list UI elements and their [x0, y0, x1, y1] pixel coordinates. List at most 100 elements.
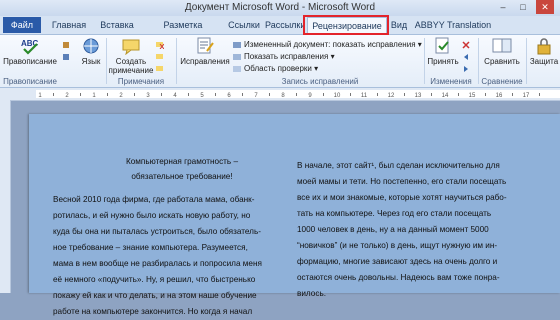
ruler-number: 8 — [281, 93, 285, 99]
tab-references[interactable]: Ссылки — [225, 18, 263, 32]
spelling-button[interactable]: ABC Правописание — [2, 37, 58, 66]
text-line: “новичков” (и не только) в день, ищут ну… — [297, 241, 498, 250]
spelling-label: Правописание — [3, 57, 57, 66]
word-count-button[interactable] — [62, 51, 73, 62]
next-change-icon — [464, 65, 468, 72]
article-title-line-1: Компьютерная грамотность – — [125, 157, 239, 166]
ruler-number: 15 — [469, 93, 476, 99]
document-page[interactable]: Компьютерная грамотность – обязательное … — [29, 114, 560, 316]
text-line: В начале, этот сайт¹, был сделан исключи… — [297, 161, 500, 170]
ruler-number: 2 — [65, 93, 69, 99]
divider — [176, 38, 177, 84]
ruler-number: 6 — [227, 93, 231, 99]
track-changes-label: Исправления — [180, 57, 230, 66]
next-change-button[interactable] — [462, 63, 473, 74]
text-line: тать на компьютере. Через год его стали … — [297, 209, 492, 218]
text-line: мама в нем вообще не разбиралась и попро… — [53, 259, 262, 268]
tab-file[interactable]: Файл — [3, 17, 41, 33]
show-markup-label: Показать исправления — [244, 52, 329, 61]
previous-change-icon — [464, 53, 468, 60]
chevron-down-icon: ▾ — [330, 52, 335, 61]
right-column: В начале, этот сайт¹, был сделан исключи… — [297, 158, 533, 302]
article-title-line-2: обязательное требование! — [131, 172, 233, 181]
ruler-number: 4 — [173, 93, 177, 99]
lock-icon — [537, 38, 551, 55]
accept-icon — [435, 37, 449, 54]
comments-group-label: Примечания — [117, 77, 165, 86]
tab-view[interactable]: Вид — [388, 18, 410, 32]
reject-icon — [462, 41, 470, 49]
protect-button[interactable]: Защита — [528, 37, 560, 66]
text-line: остаются очень довольны. Надеюсь вам тож… — [297, 273, 500, 282]
reviewing-pane-button[interactable]: Область проверки ▾ — [233, 63, 318, 74]
track-changes-button[interactable]: Исправления — [180, 37, 230, 66]
comment-icon — [122, 39, 140, 55]
compare-icon — [492, 38, 512, 53]
tab-abbyy-translation[interactable]: ABBYY Translation — [414, 18, 492, 32]
ruler-number: 14 — [442, 93, 449, 99]
new-comment-button[interactable]: Создать примечание — [108, 37, 154, 75]
close-button[interactable]: ✕ — [536, 0, 554, 14]
compare-group-label: Сравнение — [481, 77, 523, 86]
ruler-number: 1 — [92, 93, 96, 99]
divider — [424, 38, 425, 84]
protect-label: Защита — [529, 57, 559, 66]
ruler-number: 12 — [388, 93, 395, 99]
horizontal-ruler[interactable]: 1 2 1 2 3 4 5 6 7 8 9 10 11 12 13 14 15 16 17 — [0, 88, 560, 101]
text-line: ротилась, и ей нужно было искать новую р… — [53, 211, 251, 220]
ruler-number: 17 — [523, 93, 530, 99]
display-review-icon — [233, 41, 241, 48]
new-comment-label-2: примечание — [108, 66, 154, 75]
track-changes-icon — [197, 37, 214, 54]
ruler-number: 1 — [38, 93, 42, 99]
text-line: вилось. — [297, 289, 326, 298]
new-comment-label-1: Создать — [115, 57, 147, 66]
text-line: куда бы она ни пыталась устроиться, было… — [53, 227, 261, 236]
left-column: Весной 2010 года фирма, где работала мам… — [53, 192, 278, 320]
next-comment-icon — [156, 65, 163, 71]
tab-mailings[interactable]: Рассылки — [265, 18, 305, 32]
text-line: все их и мои знакомые, которые хотят нау… — [297, 193, 507, 202]
divider — [526, 38, 527, 84]
review-tab-highlight — [303, 15, 389, 35]
tab-insert[interactable]: Вставка — [93, 18, 141, 32]
vertical-ruler[interactable] — [0, 100, 11, 293]
tab-home[interactable]: Главная — [47, 18, 91, 32]
previous-comment-button[interactable] — [156, 51, 167, 62]
previous-comment-icon — [156, 53, 163, 59]
text-line: моей мамы и тети. Но постепенно, его ста… — [297, 177, 507, 186]
reviewing-pane-icon — [233, 65, 241, 72]
text-line: покажу ей как и что делать, и на этом на… — [53, 291, 257, 300]
reviewing-pane-label: Область проверки — [244, 64, 312, 73]
ruler-number: 2 — [119, 93, 123, 99]
maximize-button[interactable]: □ — [514, 0, 532, 14]
language-button[interactable]: Язык — [78, 37, 104, 66]
delete-comment-icon — [156, 41, 164, 49]
previous-change-button[interactable] — [462, 51, 473, 62]
title-bar: Документ Microsoft Word - Microsoft Word… — [0, 0, 560, 16]
changes-group-label: Изменения — [430, 77, 472, 86]
display-for-review-dropdown[interactable]: Измененный документ: показать исправлени… — [233, 39, 422, 50]
divider — [478, 38, 479, 84]
show-markup-button[interactable]: Показать исправления ▾ — [233, 51, 335, 62]
text-line: ное требование – знание компьютера. Разу… — [53, 243, 248, 252]
accept-button[interactable]: Принять — [426, 37, 460, 66]
delete-comment-button[interactable] — [156, 39, 167, 50]
reject-button[interactable] — [462, 39, 473, 50]
ruler-number: 16 — [496, 93, 503, 99]
next-comment-button[interactable] — [156, 63, 167, 74]
text-line: 1000 человек в день, ну а на данный моме… — [297, 225, 489, 234]
ruler-number: 3 — [146, 93, 150, 99]
proofing-group-label: Правописание — [3, 77, 57, 86]
compare-button[interactable]: Сравнить — [480, 37, 524, 66]
word-count-icon — [63, 53, 69, 60]
minimize-button[interactable]: – — [494, 0, 512, 14]
tab-page-layout[interactable]: Разметка страницы — [143, 18, 223, 44]
thesaurus-button[interactable] — [62, 39, 73, 50]
ribbon: ABC Правописание Язык Правописание Созда… — [0, 35, 560, 88]
tracking-group-label: Запись исправлений — [281, 77, 359, 86]
text-line: работе на компьютере закончится. Но когд… — [53, 307, 253, 316]
language-label: Язык — [81, 57, 101, 66]
svg-text:ABC: ABC — [21, 39, 39, 48]
ruler-ticks: 1 2 1 2 3 4 5 6 7 8 9 10 11 12 13 14 15 16 17 — [38, 93, 540, 99]
